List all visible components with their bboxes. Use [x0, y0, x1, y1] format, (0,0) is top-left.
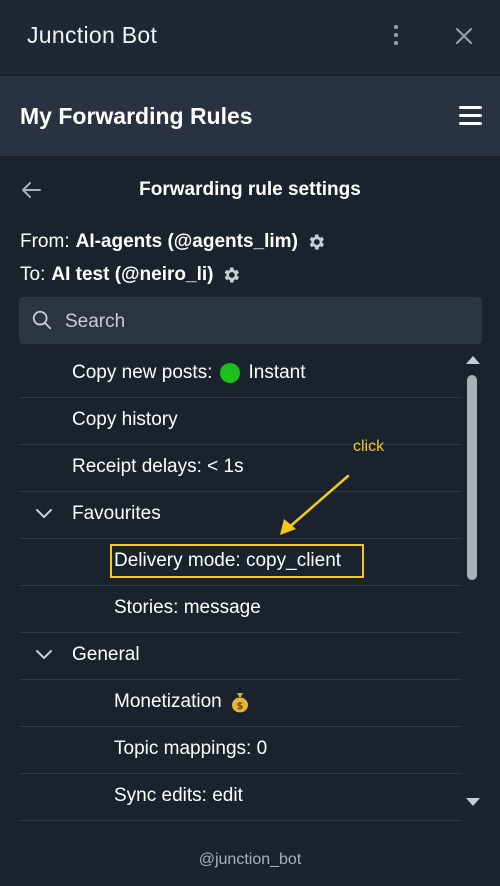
group-favourites[interactable]: Favourites — [19, 491, 462, 539]
more-options-icon[interactable] — [384, 22, 408, 48]
click-annotation-label: click — [353, 438, 385, 455]
svg-text:$: $ — [236, 701, 243, 712]
list-item-label: Delivery mode: copy_client — [114, 550, 342, 571]
list-item-stories[interactable]: Stories: message — [19, 585, 462, 633]
settings-title: Forwarding rule settings — [139, 179, 361, 200]
close-icon[interactable] — [452, 24, 476, 48]
app-title: Junction Bot — [27, 22, 158, 48]
list-item-delivery-mode[interactable]: Delivery mode: copy_client — [19, 538, 462, 586]
menu-icon[interactable] — [459, 106, 483, 126]
chevron-down-icon[interactable] — [35, 648, 53, 662]
list-item-monetization[interactable]: Monetization $ — [19, 679, 462, 727]
annotation-arrow-icon — [280, 474, 350, 535]
list-item-label: Receipt delays: < 1s — [72, 456, 244, 477]
list-item-label: Copy history — [72, 409, 178, 430]
status-dot-icon — [220, 363, 241, 383]
search-icon — [32, 310, 52, 330]
from-value: AI-agents (@agents_lim) — [75, 231, 298, 252]
status-text: Instant — [248, 362, 306, 383]
gear-icon[interactable] — [306, 232, 326, 252]
to-label: To: — [20, 264, 46, 285]
list-item-label: Copy new posts: — [72, 362, 213, 383]
settings-list: Copy new posts: Instant Copy history Rec… — [19, 350, 462, 826]
list-item-topic-mappings[interactable]: Topic mappings: 0 — [19, 726, 462, 774]
group-label: Favourites — [72, 503, 161, 524]
page-title: My Forwarding Rules — [20, 103, 253, 129]
footer-handle: @junction_bot — [198, 851, 302, 868]
group-label: General — [72, 644, 140, 665]
scrollbar[interactable] — [462, 350, 482, 816]
list-item-label: Sync edits: edit — [114, 785, 243, 806]
list-item-sync-edits[interactable]: Sync edits: edit — [19, 773, 462, 821]
from-label: From: — [20, 231, 70, 252]
scroll-thumb[interactable] — [467, 375, 477, 580]
scroll-down-icon[interactable] — [466, 798, 480, 806]
search-input[interactable] — [63, 297, 467, 346]
list-item-receipt-delays[interactable]: Receipt delays: < 1s — [19, 444, 462, 492]
group-general[interactable]: General — [19, 632, 462, 680]
money-bag-icon: $ — [231, 693, 248, 713]
list-item-label: Stories: message — [114, 597, 261, 618]
list-item-label: Monetization — [114, 691, 222, 712]
to-line: To: AI test (@neiro_li) — [20, 264, 241, 286]
list-item-copy-new-posts[interactable]: Copy new posts: Instant — [19, 350, 462, 398]
from-line: From: AI-agents (@agents_lim) — [20, 231, 326, 253]
chevron-down-icon[interactable] — [35, 507, 53, 521]
scroll-up-icon[interactable] — [466, 356, 480, 364]
to-value: AI test (@neiro_li) — [51, 264, 214, 285]
list-item-label: Topic mappings: 0 — [114, 738, 268, 759]
list-item-copy-history[interactable]: Copy history — [19, 397, 462, 445]
search-box — [19, 297, 482, 346]
gear-icon[interactable] — [221, 265, 241, 285]
